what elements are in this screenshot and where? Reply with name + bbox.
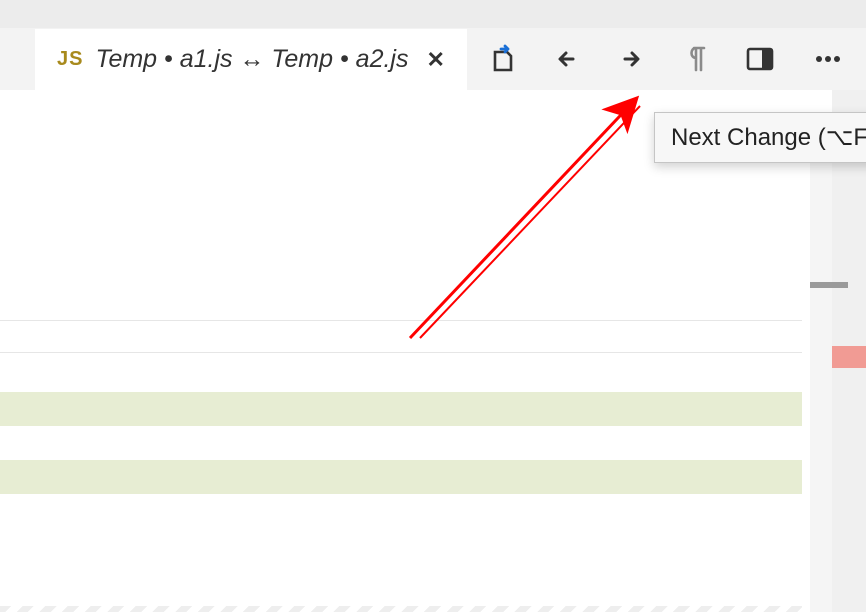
diff-added-line — [0, 392, 802, 426]
arrow-right-icon — [617, 44, 647, 74]
tooltip: Next Change (⌥F5) — [654, 112, 866, 163]
open-changes-icon — [489, 44, 519, 74]
close-icon[interactable]: ✕ — [426, 47, 444, 73]
toggle-layout-button[interactable] — [743, 42, 777, 76]
split-layout-icon — [745, 45, 775, 73]
diff-editor[interactable] — [0, 90, 866, 612]
overview-marker-error — [832, 346, 866, 368]
overview-marker — [810, 282, 848, 288]
js-file-icon: JS — [57, 48, 83, 71]
paragraph-icon — [682, 44, 710, 74]
minimap[interactable] — [810, 90, 866, 612]
tabbar-left-gap — [0, 28, 35, 90]
more-dots-icon — [813, 44, 843, 74]
next-change-button[interactable] — [615, 42, 649, 76]
window-top-strip — [0, 0, 866, 28]
tab-title: Temp • a1.js ↔ Temp • a2.js — [95, 45, 408, 74]
tab-bar: JS Temp • a1.js ↔ Temp • a2.js ✕ — [0, 28, 866, 90]
editor-toolbar — [467, 28, 866, 90]
editor-line-separator — [0, 320, 802, 321]
toggle-whitespace-button[interactable] — [679, 42, 713, 76]
tooltip-text: Next Change (⌥F5) — [671, 124, 866, 151]
active-tab[interactable]: JS Temp • a1.js ↔ Temp • a2.js ✕ — [35, 28, 467, 90]
diff-placeholder-strip — [0, 606, 802, 612]
open-changes-button[interactable] — [487, 42, 521, 76]
more-actions-button[interactable] — [811, 42, 845, 76]
diff-added-line — [0, 460, 802, 494]
editor-line-separator — [0, 352, 802, 353]
arrow-left-icon — [553, 44, 583, 74]
previous-change-button[interactable] — [551, 42, 585, 76]
